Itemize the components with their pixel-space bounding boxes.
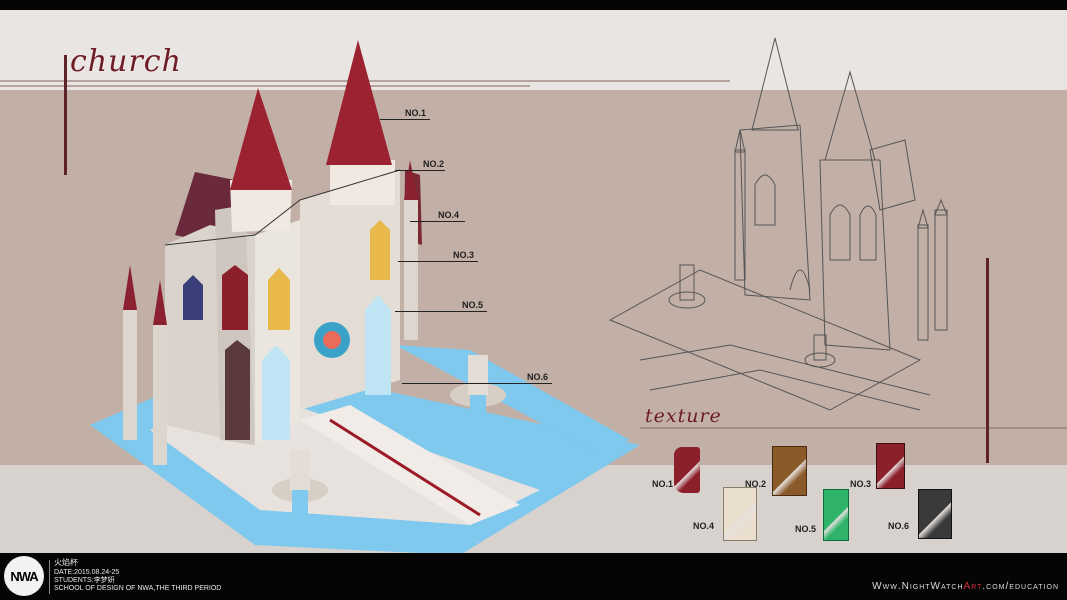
callout-no3: NO.3 [453, 250, 475, 260]
nwa-logo: NWA [4, 556, 44, 596]
footer-event: 火焰杯 [54, 558, 78, 567]
texture-label-no4: NO.4 [693, 521, 715, 531]
site-mid: NightWatch [901, 581, 964, 592]
red-plank-swatch [876, 443, 905, 489]
texture-label-no3: NO.3 [850, 479, 872, 489]
website-link[interactable]: Www.NightWatchArt.com/education [872, 581, 1059, 592]
footer-students: STUDENTS:李梦妍 [54, 577, 115, 584]
footer-divider [49, 560, 50, 594]
callout-no6: NO.6 [527, 372, 549, 382]
callout-no4: NO.4 [438, 210, 460, 220]
stone-block-swatch [723, 487, 757, 541]
wood-block-swatch [772, 446, 807, 496]
callout-leader-6 [402, 383, 552, 384]
texture-label-no1: NO.1 [652, 479, 674, 489]
callout-no2: NO.2 [423, 159, 445, 169]
callout-leader-1 [380, 119, 430, 120]
callout-leader-3 [398, 261, 478, 262]
callout-leader-4 [410, 221, 465, 222]
callout-no5: NO.5 [462, 300, 484, 310]
red-roof-tile-swatch [674, 447, 700, 493]
site-red: Art [963, 581, 983, 592]
footer-school: SCHOOL OF DESIGN OF NWA,THE THIRD PERIOD [54, 585, 222, 592]
site-prefix: Www. [872, 581, 902, 592]
dark-stone-swatch [918, 489, 952, 539]
callout-leader-5 [395, 311, 487, 312]
church-sketch [608, 37, 948, 411]
texture-label-no5: NO.5 [795, 524, 817, 534]
green-glass-swatch [823, 489, 849, 541]
callout-leader-2 [395, 170, 445, 171]
footer-date: DATE:2015.08.24-25 [54, 569, 120, 576]
texture-label-no6: NO.6 [888, 521, 910, 531]
site-suffix: .com/education [982, 581, 1059, 592]
callout-no1: NO.1 [405, 108, 427, 118]
